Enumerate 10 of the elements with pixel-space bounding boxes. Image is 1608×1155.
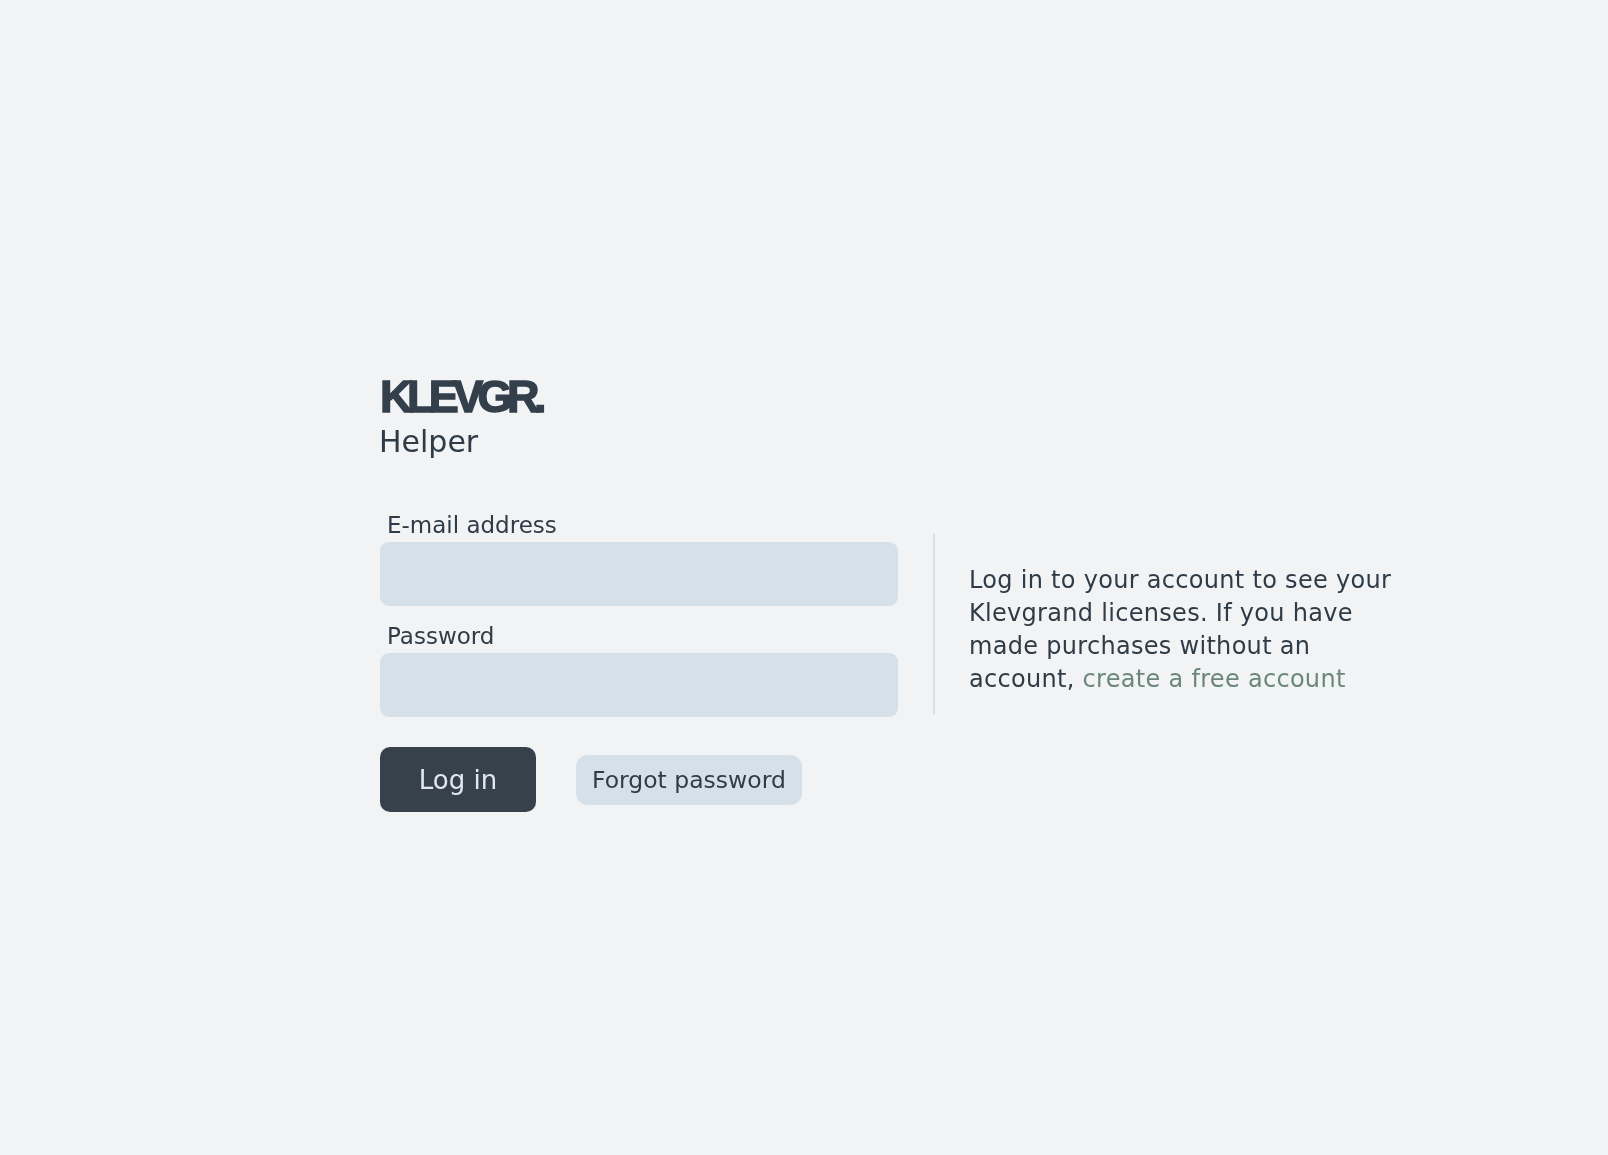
logo: KLEVGR.: [380, 374, 541, 419]
create-account-link[interactable]: create a free account: [1082, 665, 1346, 693]
field-label: Password: [387, 623, 495, 650]
primary-button[interactable]: Log in: [380, 747, 536, 812]
field-label: E-mail address: [387, 512, 557, 539]
info-text: Log in to your account to see your Klevgrand licenses. If you have made purchases without an account, create a free account: [969, 565, 1393, 695]
input-field[interactable]: [380, 653, 898, 717]
secondary-button[interactable]: Forgot password: [576, 754, 802, 805]
input-field[interactable]: [380, 542, 898, 606]
app-title: Helper: [379, 424, 479, 460]
